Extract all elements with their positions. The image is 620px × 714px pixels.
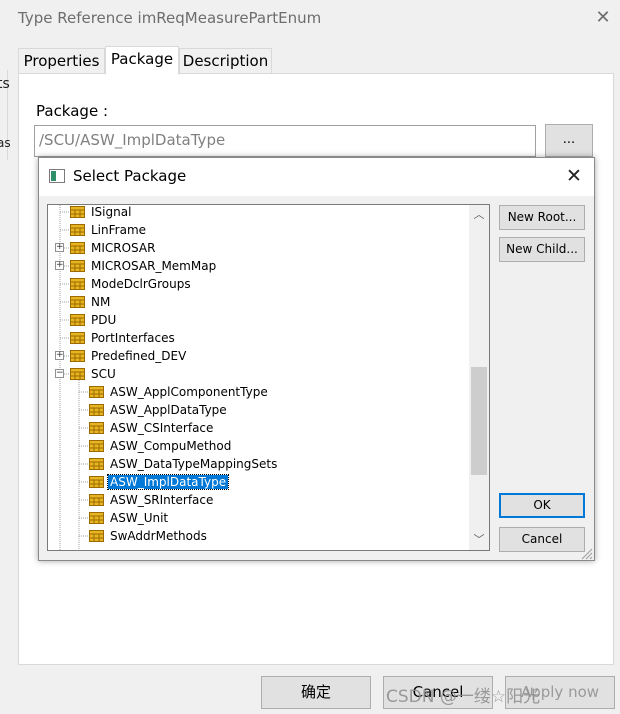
tree-item-label: SCU xyxy=(91,367,116,381)
package-icon xyxy=(89,512,104,524)
scroll-thumb[interactable] xyxy=(471,367,487,475)
package-icon xyxy=(89,458,104,470)
tree-item-label: ASW_Unit xyxy=(110,511,169,525)
package-icon xyxy=(70,332,85,344)
package-icon xyxy=(70,296,85,308)
tree-item[interactable]: ASW_ApplDataType xyxy=(89,401,229,419)
tree-item[interactable]: MICROSAR_MemMap xyxy=(70,257,218,275)
tree-item-label: Predefined_DEV xyxy=(91,349,187,363)
tree-item[interactable]: SwAddrMethods xyxy=(89,527,209,545)
tree-item-label: ASW_ApplDataType xyxy=(110,403,227,417)
chevron-up-icon[interactable]: ︿ xyxy=(469,205,489,225)
select-package-dialog: Select Package ✕ ISignal LinFrame MICROSAR… xyxy=(38,157,595,561)
package-icon xyxy=(70,314,85,326)
tree-item-label: ModeDclrGroups xyxy=(91,277,191,291)
tree-item[interactable]: ASW_CompuMethod xyxy=(89,437,233,455)
tree-item[interactable]: ASW_CSInterface xyxy=(89,419,215,437)
browse-button[interactable]: ... xyxy=(545,124,593,157)
new-child-button[interactable]: New Child... xyxy=(499,237,585,262)
tree-item[interactable]: NM xyxy=(70,293,112,311)
tree-item-label: ASW_CSInterface xyxy=(110,421,214,435)
tab-properties[interactable]: Properties xyxy=(18,48,105,74)
package-icon xyxy=(70,206,85,218)
tab-description[interactable]: Description xyxy=(179,48,272,74)
tree-item[interactable]: ASW_Unit xyxy=(89,509,170,527)
tree-item[interactable]: ModeDclrGroups xyxy=(70,275,193,293)
collapse-icon[interactable]: − xyxy=(55,369,64,378)
tree-item-label: ASW_SRInterface xyxy=(110,493,214,507)
tree-item-label: LinFrame xyxy=(91,223,147,237)
tree-item[interactable]: ISignal xyxy=(70,205,133,221)
dialog-cancel-button[interactable]: Cancel xyxy=(499,527,585,552)
app-icon xyxy=(49,169,65,183)
package-icon xyxy=(70,350,85,362)
resize-grip-icon[interactable] xyxy=(579,546,593,560)
tree-item[interactable]: Predefined_DEV xyxy=(70,347,188,365)
package-icon xyxy=(70,368,85,380)
new-root-button[interactable]: New Root... xyxy=(499,205,585,230)
tree-item-label: MICROSAR xyxy=(91,241,156,255)
tree-scrollbar[interactable]: ︿ ﹀ xyxy=(469,205,489,550)
package-icon xyxy=(89,386,104,398)
tree-item-label: NM xyxy=(91,295,111,309)
outer-dialog-title: Type Reference imReqMeasurePartEnum xyxy=(18,9,322,27)
tree-item-label: MICROSAR_MemMap xyxy=(91,259,217,273)
watermark: CSDN @一缕☆阳光 xyxy=(386,687,541,707)
edge-fragment-1: ts xyxy=(0,76,10,92)
tree-item-selected[interactable]: ASW_ImplDataType xyxy=(89,473,230,491)
tree-item[interactable]: ASW_SRInterface xyxy=(89,491,215,509)
expand-icon[interactable]: + xyxy=(55,261,64,270)
package-icon xyxy=(70,260,85,272)
tree-item-label: PortInterfaces xyxy=(91,331,175,345)
outer-close-icon[interactable]: ✕ xyxy=(592,8,614,30)
tree-item[interactable]: SCU xyxy=(70,365,118,383)
edge-fragment-2: as xyxy=(0,136,11,150)
background-window-edge: ts as xyxy=(0,70,11,160)
tree-item[interactable]: PDU xyxy=(70,311,118,329)
expand-icon[interactable]: + xyxy=(55,243,64,252)
dialog-title: Select Package xyxy=(73,167,187,185)
tree-item-label: ASW_ApplComponentType xyxy=(110,385,268,399)
dialog-titlebar: Select Package ✕ xyxy=(39,158,594,196)
tree-item-label: PDU xyxy=(91,313,117,327)
package-icon xyxy=(70,278,85,290)
package-icon xyxy=(89,476,104,488)
chevron-down-icon[interactable]: ﹀ xyxy=(469,530,489,550)
package-icon xyxy=(70,224,85,236)
package-icon xyxy=(70,242,85,254)
dialog-close-icon[interactable]: ✕ xyxy=(563,165,585,187)
package-icon xyxy=(89,530,104,542)
tree-item[interactable]: ASW_ApplComponentType xyxy=(89,383,270,401)
tree-item-label: ASW_DataTypeMappingSets xyxy=(110,457,278,471)
tree-item-label: ASW_ImplDataType xyxy=(106,474,230,490)
tree-item[interactable]: ASW_DataTypeMappingSets xyxy=(89,455,279,473)
package-field[interactable]: /SCU/ASW_ImplDataType xyxy=(34,125,536,157)
tree-item-label: ISignal xyxy=(91,205,132,219)
package-icon xyxy=(89,440,104,452)
package-icon xyxy=(89,494,104,506)
tree-item[interactable]: PortInterfaces xyxy=(70,329,177,347)
expand-icon[interactable]: + xyxy=(55,351,64,360)
ok-button[interactable]: OK xyxy=(499,493,585,518)
tree-item[interactable]: LinFrame xyxy=(70,221,148,239)
package-label: Package : xyxy=(36,102,108,120)
package-icon xyxy=(89,404,104,416)
tree-item[interactable]: MICROSAR xyxy=(70,239,157,257)
tree-item-label: SwAddrMethods xyxy=(110,529,207,543)
package-tree[interactable]: ISignal LinFrame MICROSAR + MICROSAR_MemMap +… xyxy=(47,204,490,551)
tree-item-label: ASW_CompuMethod xyxy=(110,439,232,453)
package-icon xyxy=(89,422,104,434)
tab-package[interactable]: Package xyxy=(105,46,179,75)
confirm-button[interactable]: 确定 xyxy=(261,676,371,709)
